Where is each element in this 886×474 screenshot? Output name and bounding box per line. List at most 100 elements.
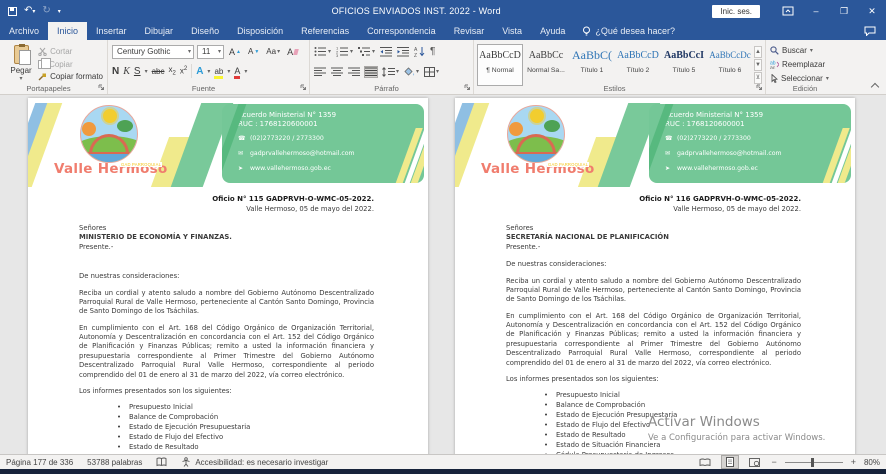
sign-in-button[interactable]: Inic. ses.: [712, 5, 760, 18]
style-titulo-1[interactable]: AaBbC( Título 1: [570, 45, 614, 85]
font-color-dropdown-icon[interactable]: ▾: [244, 68, 247, 75]
line-spacing-button[interactable]: ▾: [382, 67, 399, 77]
restore-button[interactable]: ❐: [830, 0, 858, 22]
tab-dibujar[interactable]: Dibujar: [136, 22, 183, 40]
paragraph-dialog-launcher-icon[interactable]: [464, 84, 471, 93]
zoom-slider-thumb[interactable]: [811, 458, 814, 467]
clear-formatting-button[interactable]: A: [285, 45, 300, 59]
zoom-slider[interactable]: [785, 462, 843, 463]
letterhead: Valle Hermoso GAD PARROQUIAL Acuerdo Min…: [28, 103, 428, 187]
read-mode-button[interactable]: [696, 457, 714, 468]
redo-icon[interactable]: ↻: [42, 6, 50, 16]
superscript-button[interactable]: x2: [180, 66, 187, 76]
underline-button[interactable]: S: [134, 66, 141, 77]
style-normal-sa[interactable]: AaBbCc Normal Sa...: [524, 45, 568, 85]
word-count[interactable]: 53788 palabras: [87, 458, 142, 467]
font-color-button[interactable]: A: [234, 67, 240, 76]
replace-button[interactable]: abac Reemplazar: [770, 57, 850, 71]
paste-button[interactable]: Pegar ▾: [4, 43, 38, 82]
tab-referencias[interactable]: Referencias: [292, 22, 358, 40]
font-group-label: Fuente: [108, 84, 299, 93]
justify-button[interactable]: [365, 67, 377, 77]
grow-font-button[interactable]: A▲: [227, 45, 243, 59]
email-address: gadprvallehermoso@hotmail.com: [677, 149, 782, 159]
page-indicator[interactable]: Página 177 de 336: [6, 458, 73, 467]
document-page-1[interactable]: Valle Hermoso GAD PARROQUIAL Acuerdo Min…: [28, 98, 428, 454]
ribbon-tabs: Archivo Inicio Insertar Dibujar Diseño D…: [0, 22, 886, 40]
styles-scroll-up-icon[interactable]: ▲: [754, 46, 762, 58]
align-right-button[interactable]: [348, 67, 360, 77]
strikethrough-button[interactable]: abc: [152, 67, 165, 76]
bullets-button[interactable]: ▾: [314, 46, 331, 57]
highlight-button[interactable]: ab: [214, 67, 223, 76]
clipboard-dialog-launcher-icon[interactable]: [98, 84, 105, 93]
tab-archivo[interactable]: Archivo: [0, 22, 48, 40]
bold-button[interactable]: N: [112, 66, 119, 77]
ruc-line: RUC : 1768120600001: [238, 120, 414, 129]
styles-dialog-launcher-icon[interactable]: [756, 84, 763, 93]
underline-dropdown-icon[interactable]: ▾: [145, 68, 148, 75]
highlight-dropdown-icon[interactable]: ▾: [227, 68, 230, 75]
paste-dropdown-icon[interactable]: ▾: [4, 75, 38, 82]
tab-ayuda[interactable]: Ayuda: [531, 22, 574, 40]
style-normal[interactable]: AaBbCcD ¶ Normal: [478, 45, 522, 85]
print-layout-button[interactable]: [722, 456, 738, 468]
accessibility-status[interactable]: Accesibilidad: es necesario investigar: [181, 457, 328, 467]
styles-gallery-expand-icon[interactable]: ⊻: [754, 72, 762, 84]
tab-correspondencia[interactable]: Correspondencia: [358, 22, 445, 40]
show-paragraph-marks-button[interactable]: ¶: [430, 46, 435, 57]
collapse-ribbon-icon[interactable]: [871, 83, 879, 91]
tab-vista[interactable]: Vista: [493, 22, 531, 40]
cut-button[interactable]: Cortar: [38, 46, 103, 57]
styles-group-label: Estilos: [474, 84, 755, 93]
select-button[interactable]: Seleccionar▾: [770, 71, 850, 85]
close-button[interactable]: ✕: [858, 0, 886, 22]
font-name-combo[interactable]: Century Gothic▾: [112, 45, 194, 59]
styles-scroll-down-icon[interactable]: ▼: [754, 59, 762, 71]
tell-me-box[interactable]: ¿Qué desea hacer?: [574, 22, 683, 40]
list-item: Estado de Resultado: [117, 442, 374, 452]
font-dialog-launcher-icon[interactable]: [300, 84, 307, 93]
decrease-indent-button[interactable]: [380, 46, 392, 57]
tab-inicio[interactable]: Inicio: [48, 22, 87, 40]
web-layout-button[interactable]: [746, 457, 763, 468]
shading-button[interactable]: ▾: [404, 67, 419, 77]
proofing-status[interactable]: [156, 457, 167, 467]
italic-button[interactable]: K: [123, 66, 130, 77]
customize-qat-icon[interactable]: ▾: [58, 8, 61, 15]
style-titulo-2[interactable]: AaBbCcD Título 2: [616, 45, 660, 85]
text-effects-button[interactable]: A: [196, 66, 203, 77]
borders-button[interactable]: ▾: [424, 67, 439, 77]
increase-indent-button[interactable]: [397, 46, 409, 57]
font-size-combo[interactable]: 11▾: [197, 45, 224, 59]
tab-diseno[interactable]: Diseño: [182, 22, 228, 40]
zoom-percentage[interactable]: 80%: [864, 458, 880, 467]
feedback-icon[interactable]: [854, 22, 886, 40]
undo-icon[interactable]: ↶▾: [24, 6, 35, 17]
multilevel-list-button[interactable]: ▾: [358, 46, 375, 57]
save-icon[interactable]: [8, 7, 17, 16]
minimize-button[interactable]: –: [802, 0, 830, 22]
change-case-button[interactable]: Aa▾: [264, 45, 282, 59]
align-center-button[interactable]: [331, 67, 343, 77]
shrink-font-button[interactable]: A▼: [246, 45, 261, 59]
tab-revisar[interactable]: Revisar: [445, 22, 494, 40]
tab-disposicion[interactable]: Disposición: [228, 22, 292, 40]
text-effects-dropdown-icon[interactable]: ▾: [207, 68, 210, 75]
copy-button[interactable]: Copiar: [38, 59, 103, 70]
style-titulo-6[interactable]: AaBbCcDc Título 6: [708, 45, 752, 85]
document-area[interactable]: Valle Hermoso GAD PARROQUIAL Acuerdo Min…: [0, 96, 886, 454]
tab-insertar[interactable]: Insertar: [87, 22, 136, 40]
ribbon-display-options-icon[interactable]: [774, 6, 802, 16]
subscript-button[interactable]: x2: [169, 65, 176, 77]
find-button[interactable]: Buscar▾: [770, 43, 850, 57]
letter-body[interactable]: Oficio N° 115 GADPRVH-O-WMC-05-2022. Val…: [28, 195, 428, 452]
align-left-button[interactable]: [314, 67, 326, 77]
zoom-in-button[interactable]: +: [851, 457, 856, 467]
style-titulo-5[interactable]: AaBbCcI Título 5: [662, 45, 706, 85]
numbering-button[interactable]: 123▾: [336, 46, 353, 57]
document-page-2[interactable]: Valle Hermoso GAD PARROQUIAL Acuerdo Min…: [455, 98, 855, 454]
zoom-out-button[interactable]: −: [771, 457, 776, 467]
sort-button[interactable]: AZ: [414, 46, 425, 57]
format-painter-button[interactable]: Copiar formato: [38, 71, 103, 82]
